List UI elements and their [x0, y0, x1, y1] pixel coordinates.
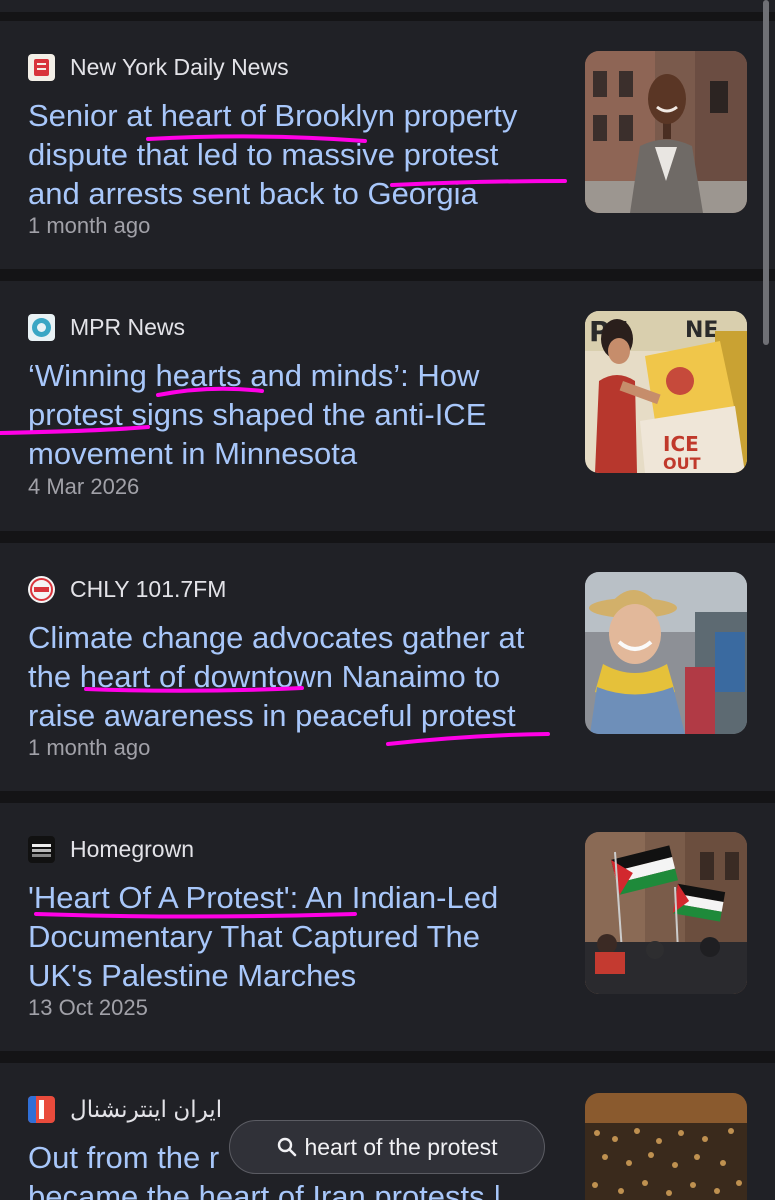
thumbnail-image[interactable]	[585, 832, 747, 994]
thumbnail-photo: PE NE ICE OUT	[585, 311, 747, 473]
headline-link[interactable]: 'Heart Of A Protest': An Indian-Led Docu…	[28, 878, 568, 995]
thumbnail-photo	[585, 51, 747, 213]
headline-line: UK's Palestine Marches	[28, 958, 357, 993]
thumbnail-photo	[585, 832, 747, 994]
news-card-3[interactable]: CHLY 101.7FM Climate change advocates ga…	[0, 543, 775, 791]
scrollbar[interactable]	[763, 0, 769, 345]
thumbnail-photo	[585, 572, 747, 734]
thumbnail-image[interactable]: PE NE ICE OUT	[585, 311, 747, 473]
source-name: MPR News	[70, 313, 186, 340]
headline-link[interactable]: Climate change advocates gather at the h…	[28, 618, 568, 735]
news-card-1[interactable]: New York Daily News Senior at heart of B…	[0, 21, 775, 269]
previous-card-edge	[0, 0, 775, 12]
timestamp: 4 Mar 2026	[28, 474, 140, 499]
source-row: New York Daily News	[28, 52, 289, 82]
svg-text:ICE: ICE	[663, 432, 699, 456]
headline-link[interactable]: Senior at heart of Brooklyn property dis…	[28, 96, 568, 213]
source-name: CHLY 101.7FM	[70, 575, 227, 602]
source-name: ایران اینترنشنال	[70, 1095, 223, 1122]
news-card-4[interactable]: Homegrown 'Heart Of A Protest': An India…	[0, 803, 775, 1051]
headline-line: 'Heart Of A Protest': An Indian-Led	[28, 880, 499, 915]
headline-line: ‘Winning hearts and minds’: How	[28, 358, 480, 393]
timestamp: 1 month ago	[28, 735, 151, 760]
headline-line: the heart of downtown Nanaimo to	[28, 659, 501, 694]
headline-line: and arrests sent back to Georgia	[28, 176, 478, 211]
thumbnail-image[interactable]	[585, 51, 747, 213]
source-row: CHLY 101.7FM	[28, 574, 226, 604]
headline-line: protest signs shaped the anti-ICE	[28, 397, 487, 432]
search-query-chip[interactable]: heart of the protest	[229, 1120, 545, 1174]
source-row: Homegrown	[28, 834, 194, 864]
headline-line: became the heart of Iran protests |	[28, 1179, 502, 1200]
timestamp: 13 Oct 2025	[28, 995, 148, 1020]
headline-line: movement in Minnesota	[28, 436, 358, 471]
thumbnail-image[interactable]	[585, 1093, 747, 1200]
headline-link[interactable]: ‘Winning hearts and minds’: How protest …	[28, 356, 568, 473]
headline-line: raise awareness in peaceful protest	[28, 698, 516, 733]
source-name: Homegrown	[70, 835, 194, 862]
nydn-icon	[28, 53, 55, 81]
search-icon	[276, 1136, 298, 1158]
svg-text:OUT: OUT	[663, 454, 701, 473]
timestamp: 1 month ago	[28, 213, 151, 238]
headline-line: Documentary That Captured The	[28, 919, 481, 954]
thumbnail-photo	[585, 1093, 747, 1200]
thumbnail-image[interactable]	[585, 572, 747, 734]
headline-line: Senior at heart of Brooklyn property	[28, 98, 518, 133]
iran-international-icon	[28, 1095, 55, 1123]
source-row: MPR News	[28, 312, 185, 342]
news-card-2[interactable]: MPR News ‘Winning hearts and minds’: How…	[0, 281, 775, 531]
chly-icon	[28, 575, 55, 603]
headline-line: Climate change advocates gather at	[28, 620, 525, 655]
source-row: ایران اینترنشنال	[28, 1094, 222, 1124]
search-query-text: heart of the protest	[304, 1133, 498, 1160]
homegrown-icon	[28, 835, 55, 863]
source-name: New York Daily News	[70, 53, 289, 80]
mpr-icon	[28, 313, 55, 341]
svg-text:NE: NE	[685, 318, 718, 343]
headline-line: dispute that led to massive protest	[28, 137, 499, 172]
